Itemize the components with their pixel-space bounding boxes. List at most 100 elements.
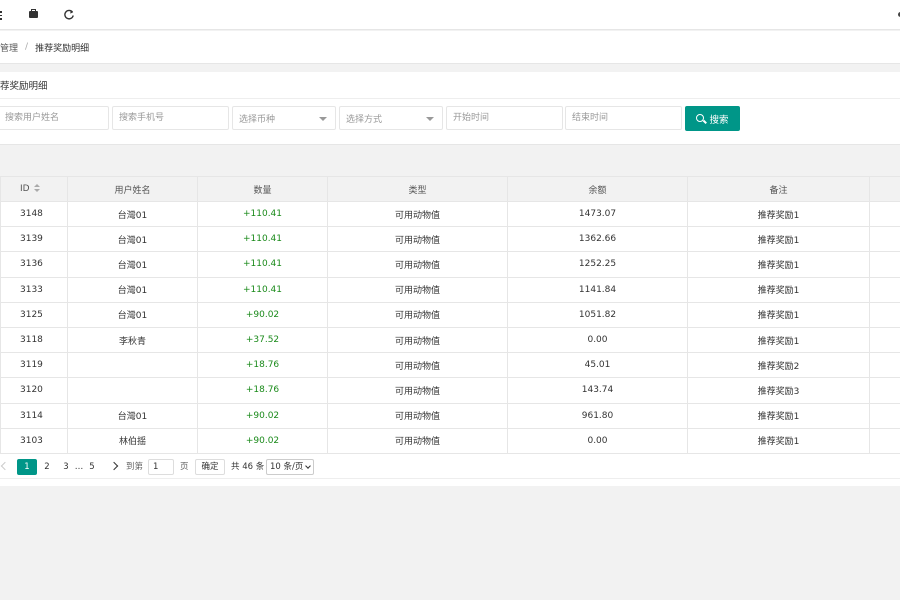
page-5-button[interactable]: 5	[85, 459, 99, 475]
cell-name: 台灣01	[67, 301, 198, 328]
cell-extra	[869, 377, 900, 404]
refresh-icon[interactable]	[63, 9, 75, 21]
cell-amount: +110.41	[197, 251, 328, 278]
column-header-amount: 数量	[197, 176, 328, 202]
cell-extra	[869, 251, 900, 278]
cell-name: 台灣01	[67, 200, 198, 228]
cell-amount: +110.41	[197, 200, 328, 228]
cell-extra	[869, 326, 900, 354]
cell-id: 3133	[0, 276, 68, 303]
table-row[interactable]: 3148 台灣01 +110.41 可用动物值 1473.07 推荐奖励1	[0, 200, 900, 228]
column-header-id[interactable]: ID	[0, 176, 68, 202]
goto-label: 到第	[126, 462, 144, 472]
table-body: 3148 台灣01 +110.41 可用动物值 1473.07 推荐奖励1 3139 台灣01…	[0, 200, 900, 454]
search-button-label: 搜索	[709, 114, 729, 126]
cell-balance: 0.00	[507, 326, 688, 354]
table-header-row: ID 用户姓名 数量 类型 余额 备注	[0, 176, 900, 202]
cell-id: 3139	[0, 226, 68, 253]
cell-type: 可用动物值	[327, 226, 508, 253]
prev-page-icon[interactable]	[0, 461, 10, 473]
cell-note: 推荐奖励1	[687, 301, 870, 328]
table-row[interactable]: 3120 +18.76 可用动物值 143.74 推荐奖励3	[0, 377, 900, 404]
cell-type: 可用动物值	[327, 301, 508, 328]
page-2-button[interactable]: 2	[40, 459, 54, 475]
currency-select[interactable]: 选择币种	[232, 106, 336, 130]
column-header-name: 用户姓名	[67, 176, 198, 202]
column-header-note: 备注	[687, 176, 870, 202]
sort-icon[interactable]	[33, 184, 40, 193]
goto-page-input[interactable]: 1	[148, 459, 174, 475]
breadcrumb-current: 推荐奖励明细	[35, 43, 90, 54]
panel-title: 荐奖励明细	[0, 72, 900, 99]
cell-type: 可用动物值	[327, 326, 508, 354]
cell-extra	[869, 352, 900, 379]
cell-type: 可用动物值	[327, 402, 508, 429]
column-header-extra	[869, 176, 900, 202]
table-row[interactable]: 3139 台灣01 +110.41 可用动物值 1362.66 推荐奖励1	[0, 226, 900, 253]
cell-balance: 1051.82	[507, 301, 688, 328]
cell-id: 3118	[0, 326, 68, 354]
column-header-type: 类型	[327, 176, 508, 202]
cell-id: 3125	[0, 301, 68, 328]
cell-name: 台灣01	[67, 251, 198, 278]
breadcrumb-parent[interactable]: 管理	[0, 41, 18, 54]
chevron-down-icon	[426, 117, 434, 121]
phone-search-field[interactable]	[112, 106, 229, 130]
column-header-label: ID	[20, 184, 30, 194]
reward-table: ID 用户姓名 数量 类型 余额 备注 3148 台灣01 +110.41 可用动物值…	[0, 176, 900, 454]
username-search-field[interactable]	[0, 106, 109, 130]
table-row[interactable]: 3119 +18.76 可用动物值 45.01 推荐奖励2	[0, 352, 900, 379]
top-bar	[0, 0, 900, 30]
cell-amount: +110.41	[197, 276, 328, 303]
cell-id: 3136	[0, 251, 68, 278]
cell-balance: 961.80	[507, 402, 688, 429]
pagination: 1 2 3 … 5 到第 1 页 确定 共 46 条 10 条/页	[0, 455, 900, 479]
phone-search-input[interactable]	[113, 107, 228, 129]
cell-name: 林伯揺	[67, 427, 198, 454]
cell-type: 可用动物值	[327, 276, 508, 303]
cell-amount: +90.02	[197, 427, 328, 454]
table-row[interactable]: 3103 林伯揺 +90.02 可用动物值 0.00 推荐奖励1	[0, 427, 900, 454]
cell-name: 台灣01	[67, 402, 198, 429]
cell-id: 3120	[0, 377, 68, 404]
page-unit-label: 页	[180, 462, 189, 472]
goto-confirm-button[interactable]: 确定	[195, 459, 225, 475]
cell-amount: +18.76	[197, 377, 328, 404]
cell-note: 推荐奖励1	[687, 402, 870, 429]
cell-amount: +110.41	[197, 226, 328, 253]
briefcase-icon[interactable]	[28, 9, 40, 21]
cell-balance: 1362.66	[507, 226, 688, 253]
cell-id: 3114	[0, 402, 68, 429]
breadcrumb: 管理 / 推荐奖励明细	[0, 31, 900, 64]
page-size-select[interactable]: 10 条/页	[266, 459, 314, 475]
cell-amount: +90.02	[197, 301, 328, 328]
total-count: 共 46 条	[231, 462, 265, 472]
method-select[interactable]: 选择方式	[339, 106, 443, 130]
column-header-balance: 余额	[507, 176, 688, 202]
table-row[interactable]: 3136 台灣01 +110.41 可用动物值 1252.25 推荐奖励1	[0, 251, 900, 278]
page-1-button[interactable]: 1	[17, 459, 37, 475]
cell-note: 推荐奖励1	[687, 200, 870, 228]
table-row[interactable]: 3133 台灣01 +110.41 可用动物值 1141.84 推荐奖励1	[0, 276, 900, 303]
chevron-down-icon	[319, 117, 327, 121]
chevron-down-icon	[305, 463, 311, 469]
username-search-input[interactable]	[0, 107, 108, 129]
cell-note: 推荐奖励1	[687, 226, 870, 253]
cell-type: 可用动物值	[327, 251, 508, 278]
table-row[interactable]: 3114 台灣01 +90.02 可用动物值 961.80 推荐奖励1	[0, 402, 900, 429]
end-time-field[interactable]	[565, 106, 682, 130]
cell-note: 推荐奖励3	[687, 377, 870, 404]
next-page-icon[interactable]	[109, 461, 119, 473]
start-time-field[interactable]	[446, 106, 563, 130]
start-time-input[interactable]	[447, 107, 562, 129]
cell-name: 李秋青	[67, 326, 198, 354]
search-button[interactable]: 搜索	[685, 106, 740, 131]
end-time-input[interactable]	[566, 107, 681, 129]
cell-extra	[869, 402, 900, 429]
table-row[interactable]: 3125 台灣01 +90.02 可用动物值 1051.82 推荐奖励1	[0, 301, 900, 328]
menu-icon[interactable]	[0, 9, 8, 21]
page-ellipsis: …	[74, 462, 84, 472]
page-3-button[interactable]: 3	[59, 459, 73, 475]
cell-type: 可用动物值	[327, 377, 508, 404]
table-row[interactable]: 3118 李秋青 +37.52 可用动物值 0.00 推荐奖励1	[0, 326, 900, 354]
